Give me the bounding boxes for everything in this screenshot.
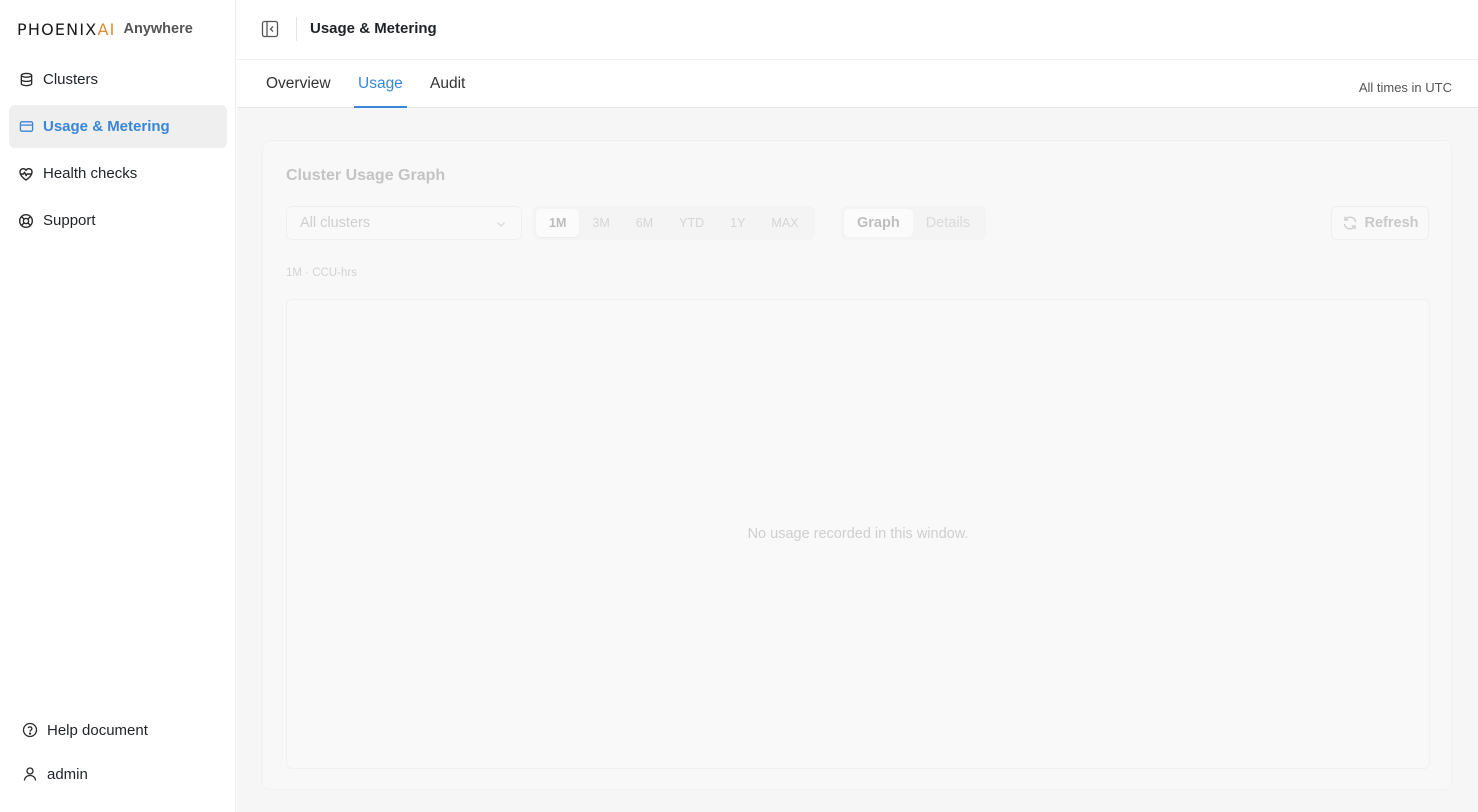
user-icon: [22, 766, 38, 782]
cluster-select-value: All clusters: [300, 215, 371, 231]
range-3m-button[interactable]: 3M: [579, 209, 622, 237]
refresh-button[interactable]: Refresh: [1331, 206, 1429, 240]
sidebar-item-support[interactable]: Support: [9, 199, 227, 242]
help-circle-icon: [22, 722, 38, 738]
sidebar-item-health-checks[interactable]: Health checks: [9, 152, 227, 195]
tab-overview[interactable]: Overview: [266, 75, 331, 106]
page-title: Usage & Metering: [310, 20, 437, 37]
heart-pulse-icon: [18, 166, 34, 182]
usage-graph-area: No usage recorded in this window.: [286, 299, 1430, 769]
sidebar-item-label: Support: [43, 212, 96, 229]
logo-subtitle: Anywhere: [123, 21, 193, 37]
tab-bar: Overview Usage Audit All times in UTC: [237, 61, 1478, 108]
top-bar: Usage & Metering: [237, 0, 1478, 60]
tab-audit[interactable]: Audit: [430, 75, 465, 106]
sidebar-footer: Help document admin: [13, 708, 223, 796]
range-unit-caption: 1M · CCU-hrs: [286, 267, 357, 279]
sidebar-collapse-icon: [261, 20, 279, 38]
sidebar-collapse-button[interactable]: [261, 20, 279, 38]
help-document-link[interactable]: Help document: [13, 708, 223, 752]
empty-state-message: No usage recorded in this window.: [747, 526, 969, 542]
range-6m-button[interactable]: 6M: [623, 209, 666, 237]
time-range-group: 1M 3M 6M YTD 1Y MAX: [533, 206, 815, 240]
sidebar-item-usage-metering[interactable]: Usage & Metering: [9, 105, 227, 148]
tab-usage[interactable]: Usage: [354, 75, 407, 108]
username-label: admin: [47, 765, 88, 783]
range-1m-button[interactable]: 1M: [536, 209, 580, 237]
refresh-icon: [1342, 215, 1358, 231]
range-max-button[interactable]: MAX: [758, 209, 811, 237]
sidebar-item-label: Health checks: [43, 165, 138, 182]
divider: [296, 17, 297, 41]
main-content: Cluster Usage Graph All clusters 1M 3M 6…: [237, 108, 1478, 812]
usage-graph-card: Cluster Usage Graph All clusters 1M 3M 6…: [262, 140, 1452, 790]
logo-wordmark: PHOENIXAI: [17, 19, 116, 39]
chevron-down-icon: [495, 217, 507, 235]
sidebar: PHOENIXAI Anywhere Clusters Usage & Mete…: [0, 0, 236, 812]
lifebuoy-icon: [18, 213, 34, 229]
cluster-select[interactable]: All clusters: [286, 206, 522, 240]
view-details-button[interactable]: Details: [913, 209, 983, 237]
sidebar-item-clusters[interactable]: Clusters: [9, 58, 227, 101]
sidebar-nav: Clusters Usage & Metering Health checks …: [9, 58, 227, 246]
refresh-label: Refresh: [1364, 215, 1419, 231]
view-toggle-group: Graph Details: [841, 206, 987, 240]
user-menu[interactable]: admin: [13, 752, 223, 796]
card-title: Cluster Usage Graph: [286, 167, 446, 184]
sidebar-item-label: Usage & Metering: [43, 118, 170, 135]
brand-logo[interactable]: PHOENIXAI Anywhere: [17, 18, 193, 40]
sidebar-item-label: Clusters: [43, 71, 99, 88]
timezone-note: All times in UTC: [1358, 80, 1452, 95]
credit-card-icon: [18, 119, 34, 135]
help-document-label: Help document: [47, 721, 148, 739]
view-graph-button[interactable]: Graph: [844, 209, 913, 237]
range-ytd-button[interactable]: YTD: [666, 209, 717, 237]
range-1y-button[interactable]: 1Y: [717, 209, 758, 237]
database-icon: [18, 72, 34, 88]
